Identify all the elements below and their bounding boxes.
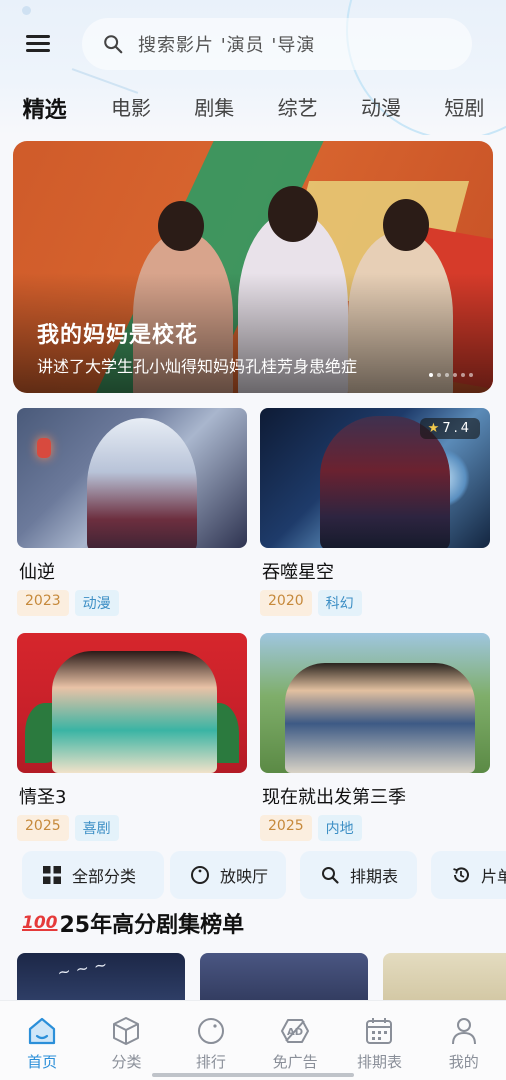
top-bar: 搜索影片 '演员 '导演 [0,18,506,70]
ranking-title: 25年高分剧集榜单 [59,913,245,938]
genre-badge: 科幻 [317,590,362,616]
category-tabs: 精选 电影 剧集 综艺 动漫 短剧 [0,92,506,132]
schedule-label: 排期表 [350,867,399,886]
poster-image: ★ 7.4 [260,408,490,548]
pagination-dot[interactable] [437,373,441,377]
menu-icon[interactable] [26,31,58,57]
clock-circle-icon [191,866,209,884]
ranking-poster[interactable] [383,953,506,1003]
tabbar-ranking-label: 排行 [195,1053,226,1071]
tabbar-profile-label: 我的 [448,1053,479,1071]
poster-image [17,633,247,773]
rating-badge: ★ 7.4 [419,418,480,439]
tab-series[interactable]: 剧集 [173,92,256,132]
card-title: 情圣3 [19,787,67,808]
tabbar-home-label: 首页 [27,1053,58,1071]
tabbar-ranking[interactable]: 排行 [169,1001,253,1080]
pagination-dot[interactable] [469,373,473,377]
ranking-list: ~ ~ ~ [17,953,506,1003]
ranking-section-title: 100 25年高分剧集榜单 [22,906,244,940]
tabbar-no-ads-label: 免广告 [272,1053,318,1071]
all-categories-button[interactable]: 全部分类 [22,851,164,899]
playlist-button[interactable]: 片单 [431,851,506,899]
year-badge: 2025 [17,815,69,841]
tabbar-home[interactable]: 首页 [0,1001,84,1080]
schedule-button[interactable]: 排期表 [300,851,417,899]
history-icon [453,867,469,883]
banner-description: 讲述了大学生孔小灿得知妈妈孔桂芳身患绝症 [37,357,358,376]
year-badge: 2025 [260,815,312,841]
pagination-dot[interactable] [445,373,449,377]
tab-movies[interactable]: 电影 [89,92,172,132]
banner-pagination [429,373,473,377]
all-categories-label: 全部分类 [72,867,137,886]
hundred-points-icon: 100 [22,913,58,933]
playlist-label: 片单 [481,867,506,886]
user-icon [451,1018,476,1045]
card-title: 现在就出发第三季 [262,787,406,808]
tabbar-schedule[interactable]: 排期表 [337,1001,421,1080]
no-ads-icon: AD [281,1019,310,1043]
tab-anime[interactable]: 动漫 [339,92,422,132]
ranking-poster[interactable]: ~ ~ ~ [17,953,185,1003]
cube-icon [113,1017,140,1045]
home-indicator[interactable] [152,1073,354,1077]
ranking-poster[interactable] [200,953,368,1003]
poster-image [260,633,490,773]
grid-icon [43,866,61,884]
hero-banner[interactable]: 我的妈妈是校花 讲述了大学生孔小灿得知妈妈孔桂芳身患绝症 [13,141,493,393]
year-badge: 2020 [260,590,312,616]
genre-badge: 动漫 [74,590,119,616]
search-placeholder: 搜索影片 '演员 '导演 [138,35,316,56]
pagination-dot[interactable] [429,373,433,377]
genre-badge: 内地 [317,815,362,841]
card-title: 仙逆 [19,562,55,583]
card-title: 吞噬星空 [262,562,334,583]
search-icon [322,867,339,884]
rating-value: 7.4 [442,421,472,436]
bottom-tab-bar: 首页 分类 排行 AD 免广告 排期表 我的 [0,1000,506,1080]
genre-badge: 喜剧 [74,815,119,841]
ranking-icon [197,1018,224,1044]
screening-hall-button[interactable]: 放映厅 [170,851,286,899]
tabbar-profile[interactable]: 我的 [422,1001,506,1080]
tabbar-category-label: 分类 [111,1053,142,1071]
tab-variety[interactable]: 综艺 [256,92,339,132]
year-badge: 2023 [17,590,69,616]
tabbar-category[interactable]: 分类 [84,1001,168,1080]
pagination-dot[interactable] [461,373,465,377]
banner-title: 我的妈妈是校花 [37,323,199,348]
quick-actions: 全部分类 放映厅 排期表 片单 [22,851,506,899]
search-icon [104,35,123,54]
search-input[interactable]: 搜索影片 '演员 '导演 [82,18,472,70]
screening-hall-label: 放映厅 [220,867,269,886]
poster-image [17,408,247,548]
tab-short-drama[interactable]: 短剧 [423,92,506,132]
tabbar-no-ads[interactable]: AD 免广告 [253,1001,337,1080]
star-icon: ★ [427,421,440,436]
calendar-icon [366,1018,393,1044]
tab-featured[interactable]: 精选 [0,92,89,132]
home-icon [29,1017,56,1045]
tabbar-schedule-label: 排期表 [356,1053,402,1071]
pagination-dot[interactable] [453,373,457,377]
